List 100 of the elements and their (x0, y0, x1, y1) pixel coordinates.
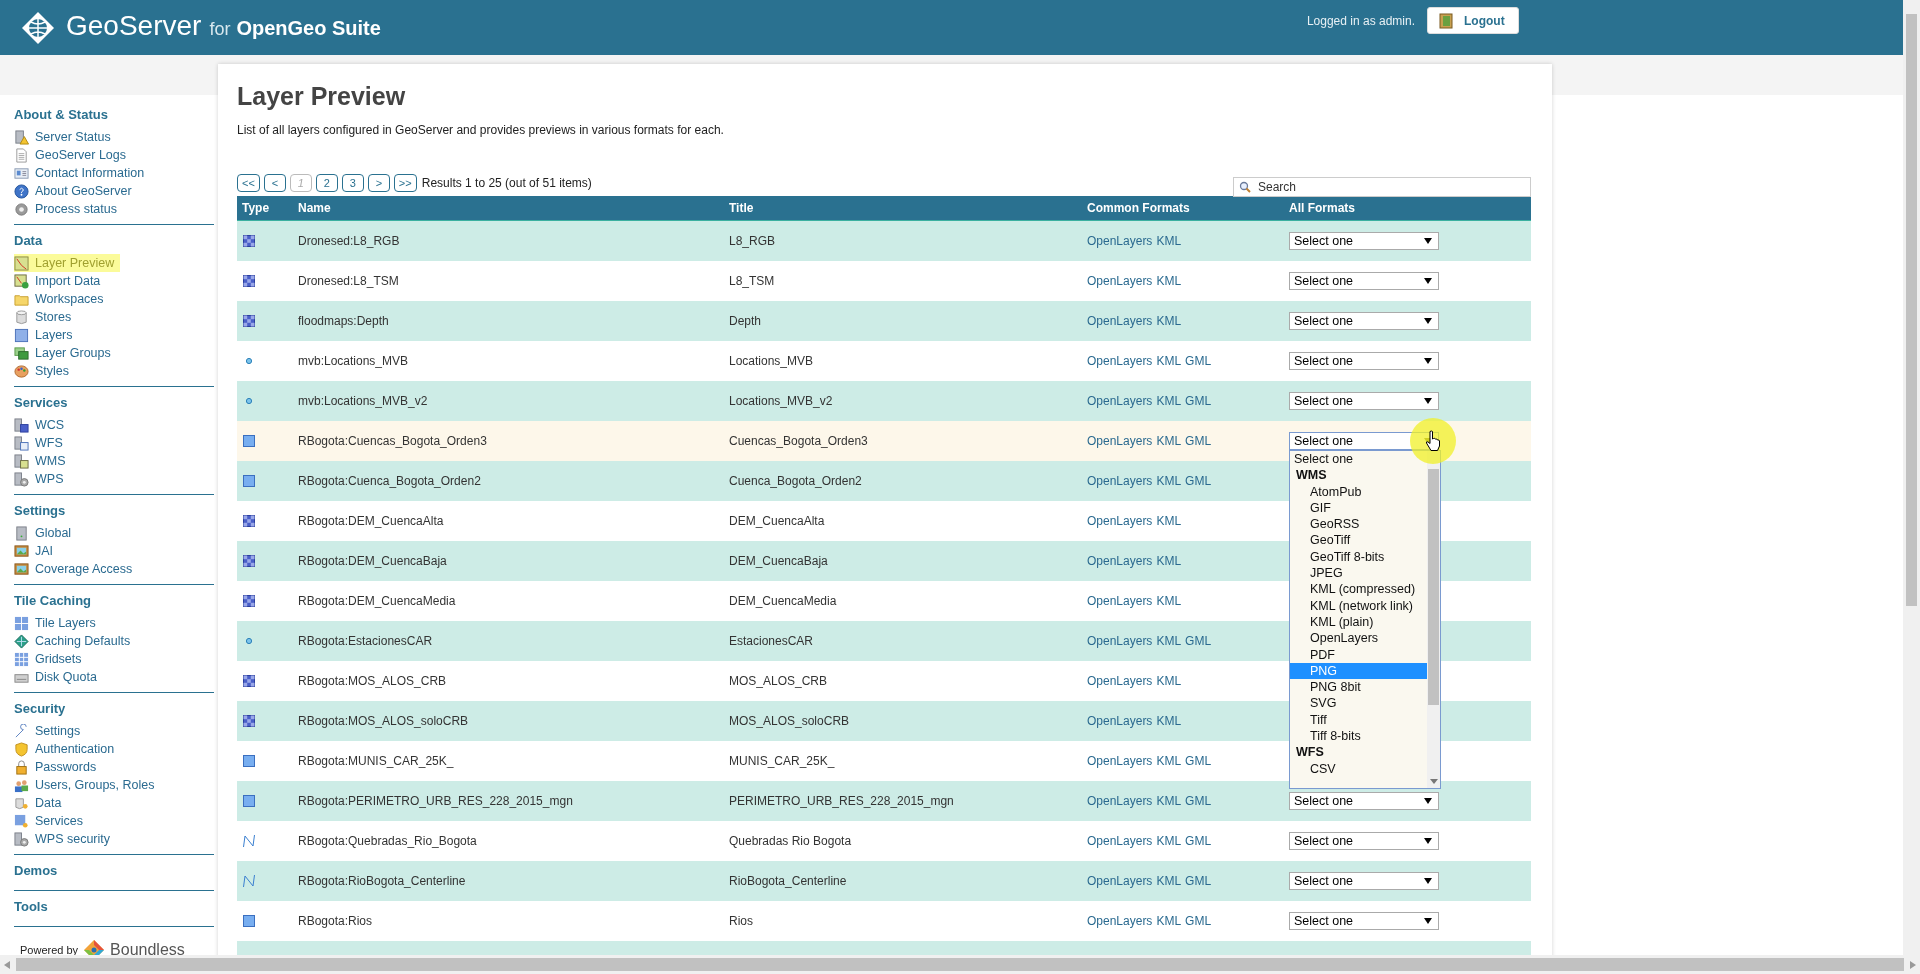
format-link[interactable]: OpenLayers (1087, 914, 1153, 928)
dropdown-option[interactable]: GeoRSS (1290, 516, 1427, 533)
format-link[interactable]: OpenLayers (1087, 714, 1153, 728)
format-link[interactable]: GML (1185, 434, 1212, 448)
format-link[interactable]: GML (1185, 794, 1212, 808)
sidebar-item[interactable]: WFS (14, 434, 69, 452)
sidebar-item[interactable]: Import Data (14, 272, 107, 290)
dropdown-option[interactable]: PNG 8bit (1290, 679, 1427, 696)
format-link[interactable]: KML (1156, 834, 1182, 848)
scroll-left-arrow-icon[interactable] (4, 960, 10, 969)
format-link[interactable]: GML (1185, 914, 1212, 928)
sidebar-item[interactable]: Disk Quota (14, 668, 103, 686)
dropdown-option[interactable]: CSV (1290, 760, 1427, 777)
sidebar-item[interactable]: Contact Information (14, 164, 151, 182)
dropdown-option[interactable]: PNG (1290, 662, 1427, 680)
sidebar-item[interactable]: Passwords (14, 758, 103, 776)
sidebar-item[interactable]: Data (14, 794, 68, 812)
format-link[interactable]: OpenLayers (1087, 794, 1153, 808)
pagination-button[interactable]: << (237, 174, 260, 192)
format-select[interactable]: Select one (1289, 312, 1439, 330)
dropdown-option[interactable]: OpenLayers (1290, 630, 1427, 647)
format-link[interactable]: KML (1156, 714, 1182, 728)
logout-button[interactable]: Logout (1427, 7, 1519, 34)
sidebar-item[interactable]: About GeoServer (14, 182, 138, 200)
format-link[interactable]: OpenLayers (1087, 554, 1153, 568)
sidebar-heading[interactable]: About & Status (14, 101, 214, 128)
pagination-button[interactable]: >> (393, 174, 417, 192)
format-select[interactable]: Select one (1289, 872, 1439, 890)
format-link[interactable]: OpenLayers (1087, 514, 1153, 528)
search-field[interactable]: Search (1233, 176, 1531, 197)
format-link[interactable]: OpenLayers (1087, 394, 1153, 408)
format-link[interactable]: KML (1156, 394, 1182, 408)
vertical-scrollbar[interactable] (1903, 0, 1920, 955)
format-link[interactable]: OpenLayers (1087, 314, 1153, 328)
format-select[interactable]: Select one (1289, 352, 1439, 370)
dropdown-option[interactable]: SVG (1290, 695, 1427, 712)
sidebar-item[interactable]: Stores (14, 308, 78, 326)
format-select[interactable]: Select one (1289, 392, 1439, 410)
format-link[interactable]: OpenLayers (1087, 634, 1153, 648)
format-link[interactable]: GML (1185, 834, 1212, 848)
format-link[interactable]: KML (1156, 794, 1182, 808)
sidebar-item[interactable]: WCS (14, 416, 71, 434)
sidebar-item[interactable]: Server Status (14, 128, 117, 146)
format-link[interactable]: KML (1156, 434, 1182, 448)
format-select[interactable]: Select one (1289, 832, 1439, 850)
pagination-button[interactable]: < (263, 174, 286, 192)
pagination-button[interactable]: 3 (341, 174, 364, 192)
format-link[interactable]: KML (1156, 914, 1182, 928)
format-link[interactable]: GML (1185, 634, 1212, 648)
sidebar-item[interactable]: Users, Groups, Roles (14, 776, 161, 794)
sidebar-heading[interactable]: Tools (14, 893, 214, 920)
format-link[interactable]: OpenLayers (1087, 834, 1153, 848)
sidebar-item[interactable]: Process status (14, 200, 123, 218)
sidebar-heading[interactable]: Tile Caching (14, 587, 214, 614)
sidebar-item[interactable]: WPS security (14, 830, 116, 848)
format-link[interactable]: KML (1156, 474, 1182, 488)
format-link[interactable]: OpenLayers (1087, 434, 1153, 448)
format-select[interactable]: Select one (1289, 272, 1439, 290)
dropdown-option[interactable]: Tiff 8-bits (1290, 728, 1427, 745)
scrollbar-thumb[interactable] (16, 958, 1904, 971)
pagination-button[interactable]: > (367, 174, 390, 192)
format-link[interactable]: OpenLayers (1087, 234, 1153, 248)
sidebar-item[interactable]: Tile Layers (14, 614, 102, 632)
sidebar-item[interactable]: GeoServer Logs (14, 146, 133, 164)
sidebar-heading[interactable]: Settings (14, 497, 214, 524)
sidebar-item[interactable]: Styles (14, 362, 76, 380)
sidebar-heading[interactable]: Services (14, 389, 214, 416)
sidebar-item[interactable]: Gridsets (14, 650, 88, 668)
scroll-right-arrow-icon[interactable] (1910, 960, 1916, 969)
dropdown-option[interactable]: Tiff (1290, 711, 1427, 729)
format-link[interactable]: GML (1185, 354, 1212, 368)
dropdown-option[interactable]: KML (plain) (1290, 613, 1427, 631)
format-select[interactable]: Select one (1289, 912, 1439, 930)
scrollbar-thumb[interactable] (1428, 469, 1439, 705)
sidebar-item[interactable]: JAI (14, 542, 60, 560)
format-link[interactable]: KML (1156, 594, 1182, 608)
format-link[interactable]: KML (1156, 634, 1182, 648)
format-link[interactable]: OpenLayers (1087, 354, 1153, 368)
format-link[interactable]: KML (1156, 314, 1182, 328)
sidebar-item[interactable]: WMS (14, 452, 72, 470)
sidebar-item[interactable]: Workspaces (14, 290, 110, 308)
scrollbar-thumb[interactable] (1906, 14, 1917, 606)
format-link[interactable]: OpenLayers (1087, 474, 1153, 488)
sidebar-item[interactable]: WPS (14, 470, 70, 488)
dropdown-option[interactable]: AtomPub (1290, 483, 1427, 500)
format-link[interactable]: KML (1156, 554, 1182, 568)
sidebar-item[interactable]: Services (14, 812, 89, 830)
sidebar-item[interactable]: Settings (14, 722, 87, 740)
format-select[interactable]: Select one (1289, 792, 1439, 810)
format-link[interactable]: KML (1156, 674, 1182, 688)
format-link[interactable]: KML (1156, 274, 1182, 288)
dropdown-option[interactable]: PDF (1290, 646, 1427, 663)
format-link[interactable]: OpenLayers (1087, 874, 1153, 888)
format-select[interactable]: Select one (1289, 232, 1439, 250)
horizontal-scrollbar[interactable] (0, 955, 1920, 974)
format-link[interactable]: OpenLayers (1087, 274, 1153, 288)
format-link[interactable]: GML (1185, 394, 1212, 408)
sidebar-heading[interactable]: Demos (14, 857, 214, 884)
format-link[interactable]: GML (1185, 754, 1212, 768)
dropdown-option[interactable]: JPEG (1290, 565, 1427, 582)
